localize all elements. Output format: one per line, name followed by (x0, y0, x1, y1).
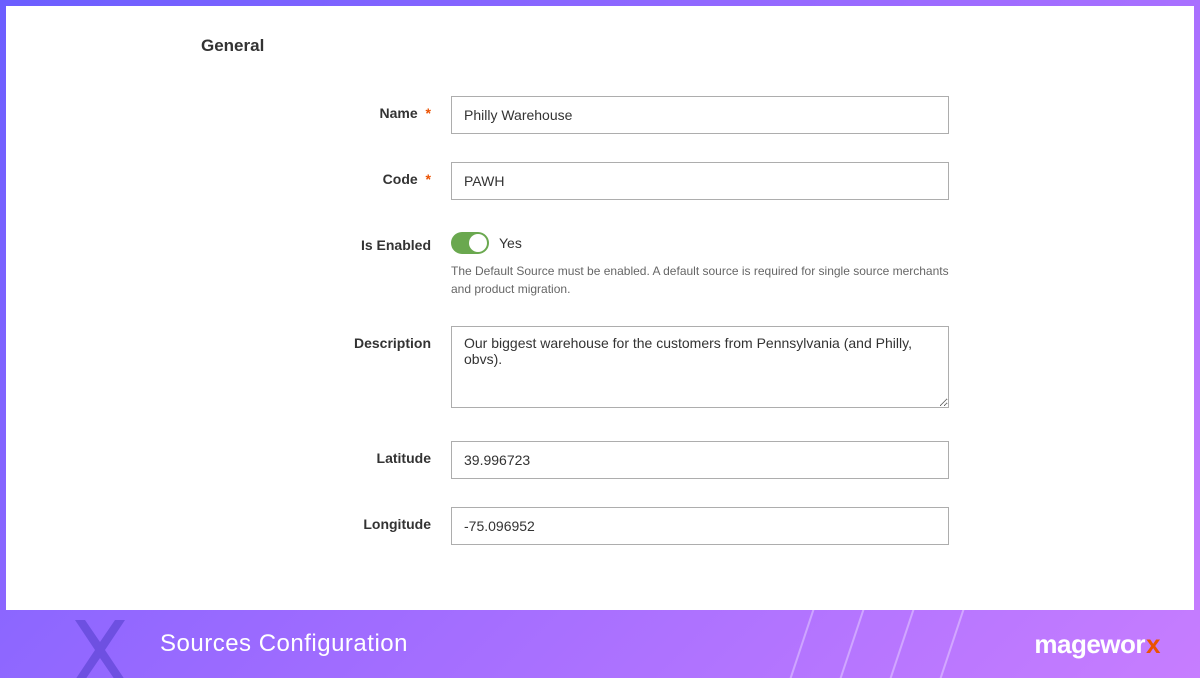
field-row-description: Description (206, 326, 1154, 413)
form-panel: General Name * Code * Is Enabled (6, 6, 1194, 610)
enabled-label: Is Enabled (206, 228, 451, 253)
field-row-name: Name * (206, 96, 1154, 134)
section-title: General (201, 36, 1154, 56)
latitude-label: Latitude (206, 441, 451, 466)
required-asterisk: * (426, 105, 431, 121)
latitude-input[interactable] (451, 441, 949, 479)
field-row-code: Code * (206, 162, 1154, 200)
decorative-lines (780, 610, 980, 678)
form-content: General Name * Code * Is Enabled (6, 6, 1194, 593)
name-label: Name * (206, 96, 451, 121)
description-label: Description (206, 326, 451, 351)
code-input[interactable] (451, 162, 949, 200)
longitude-input[interactable] (451, 507, 949, 545)
longitude-label: Longitude (206, 507, 451, 532)
description-textarea[interactable] (451, 326, 949, 408)
field-row-latitude: Latitude (206, 441, 1154, 479)
x-icon (50, 610, 150, 678)
name-input[interactable] (451, 96, 949, 134)
footer-brand: mageworx (1034, 629, 1160, 660)
footer-title: Sources Configuration (160, 630, 408, 658)
enabled-toggle[interactable] (451, 232, 489, 254)
field-row-enabled: Is Enabled Yes The Default Source must b… (206, 228, 1154, 298)
footer-bar: Sources Configuration mageworx (0, 610, 1200, 678)
enabled-value-label: Yes (499, 235, 522, 251)
field-row-longitude: Longitude (206, 507, 1154, 545)
code-label: Code * (206, 162, 451, 187)
enabled-help-text: The Default Source must be enabled. A de… (451, 262, 949, 298)
required-asterisk: * (426, 171, 431, 187)
